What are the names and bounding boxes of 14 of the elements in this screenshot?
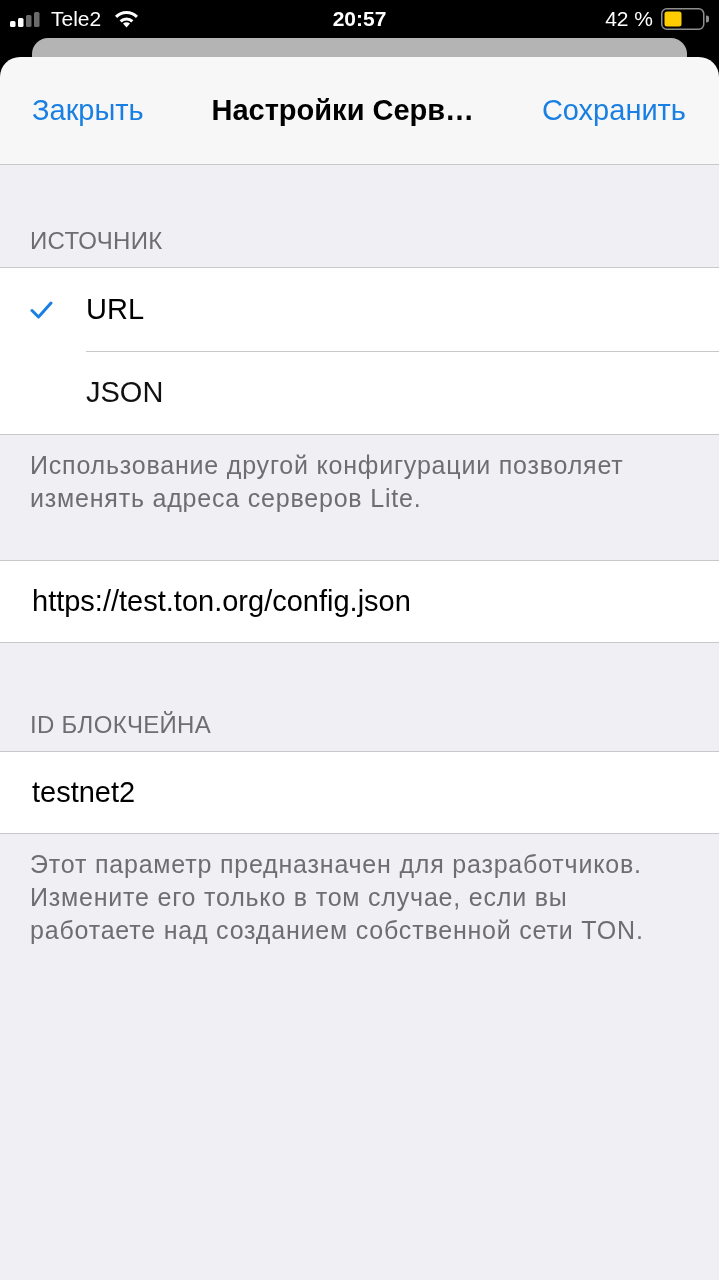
- carrier-name: Tele2: [51, 6, 102, 33]
- checkmark-icon: [30, 300, 53, 319]
- close-button[interactable]: Закрыть: [32, 88, 144, 133]
- signal-icon: [10, 11, 41, 27]
- section-header: ID БЛОКЧЕЙНА: [30, 710, 212, 740]
- navigation-title: Настройки Серв…: [211, 92, 475, 128]
- wifi-icon: [114, 10, 140, 28]
- clock-time: 20:57: [332, 6, 387, 33]
- section-footer-note: Этот параметр предназначен для разработчиков. Измените его только в том случае, если вы работаете над созданием собственной сети TON.: [30, 849, 645, 946]
- battery-icon: [661, 8, 709, 30]
- save-button[interactable]: Сохранить: [541, 88, 686, 133]
- battery-percentage: 42 %: [605, 6, 653, 33]
- section-footer-note: Использование другой конфигурации позволяет изменять адреса серверов Lite.: [30, 450, 625, 514]
- section-header: ИСТОЧНИК: [30, 226, 164, 256]
